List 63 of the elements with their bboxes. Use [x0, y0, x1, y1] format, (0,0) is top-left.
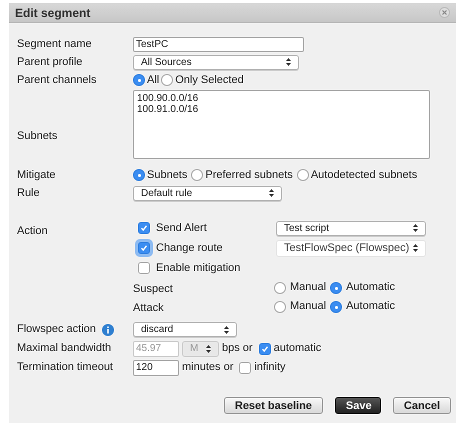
field-label: Segment name: [17, 36, 93, 52]
primary-button[interactable]: Save: [334, 397, 381, 414]
radio-button[interactable]: [274, 300, 286, 312]
segment-name-field[interactable]: TestPC: [133, 36, 304, 52]
field-label: Suspect: [133, 282, 173, 294]
check-icon: [260, 344, 269, 352]
option-label: Send Alert: [156, 220, 207, 236]
option-label: minutes or: [182, 360, 234, 376]
field-label: Maximal bandwidth: [17, 341, 112, 356]
radio-button[interactable]: [191, 169, 204, 181]
field-label: Attack: [133, 302, 164, 314]
info-icon[interactable]: [102, 324, 114, 336]
radio-button[interactable]: [274, 282, 286, 294]
option-label: Subnets: [147, 168, 188, 183]
check-icon: [140, 244, 148, 252]
dropdown[interactable]: All Sources: [133, 54, 299, 70]
option-label: Manual: [290, 299, 326, 314]
updown-arrows-icon: [413, 244, 418, 252]
option-label: infinity: [254, 360, 286, 376]
option-label: All: [147, 72, 160, 88]
option-label: Automatic: [346, 280, 395, 296]
option-label: Autodetected subnets: [310, 168, 418, 183]
checkbox[interactable]: [138, 242, 150, 254]
option-label: Automatic: [346, 299, 395, 314]
dialog-button[interactable]: Cancel: [392, 397, 451, 414]
updown-arrows-icon: [286, 58, 291, 66]
field-label: Action: [17, 225, 48, 237]
option-label: Only Selected: [175, 72, 244, 88]
option-label: Change route: [156, 240, 223, 256]
radio-button[interactable]: [330, 300, 342, 312]
checkbox[interactable]: [138, 262, 150, 274]
radio-button[interactable]: [161, 74, 174, 86]
checkbox[interactable]: [138, 222, 150, 234]
subnets-textarea[interactable]: 100.90.0.0/16 100.91.0.0/16: [133, 90, 430, 159]
dropdown[interactable]: Default rule: [133, 186, 282, 200]
option-label: Enable mitigation: [156, 260, 240, 276]
option-label: Manual: [290, 280, 326, 296]
radio-button[interactable]: [330, 282, 342, 294]
dropdown[interactable]: discard: [133, 322, 237, 337]
radio-button[interactable]: [296, 169, 309, 181]
check-icon: [140, 224, 148, 232]
field-label: Mitigate: [17, 168, 57, 183]
updown-arrows-icon: [224, 326, 229, 334]
checkbox[interactable]: [239, 362, 252, 374]
field-label: Rule: [17, 186, 41, 201]
radio-button[interactable]: [133, 169, 145, 181]
field-label: Parent channels: [17, 72, 98, 88]
field-label: Flowspec action: [17, 322, 96, 338]
updown-arrows-icon: [206, 344, 211, 352]
close-icon[interactable]: [439, 7, 450, 18]
field-label: Parent profile: [17, 54, 84, 70]
updown-arrows-icon: [413, 224, 418, 232]
updown-arrows-icon: [269, 189, 274, 197]
window-title: Edit segment: [15, 4, 90, 22]
option-label: Preferred subnets: [205, 168, 293, 183]
field-label: Subnets: [17, 130, 58, 142]
field-label: Termination timeout: [17, 360, 114, 376]
option-label: automatic: [274, 341, 322, 356]
option-label: bps or: [222, 341, 253, 356]
dropdown[interactable]: Test script: [276, 220, 426, 236]
timeout-field[interactable]: 120: [133, 360, 179, 376]
radio-button[interactable]: [133, 74, 145, 86]
dialog-button[interactable]: Reset baseline: [224, 397, 323, 414]
